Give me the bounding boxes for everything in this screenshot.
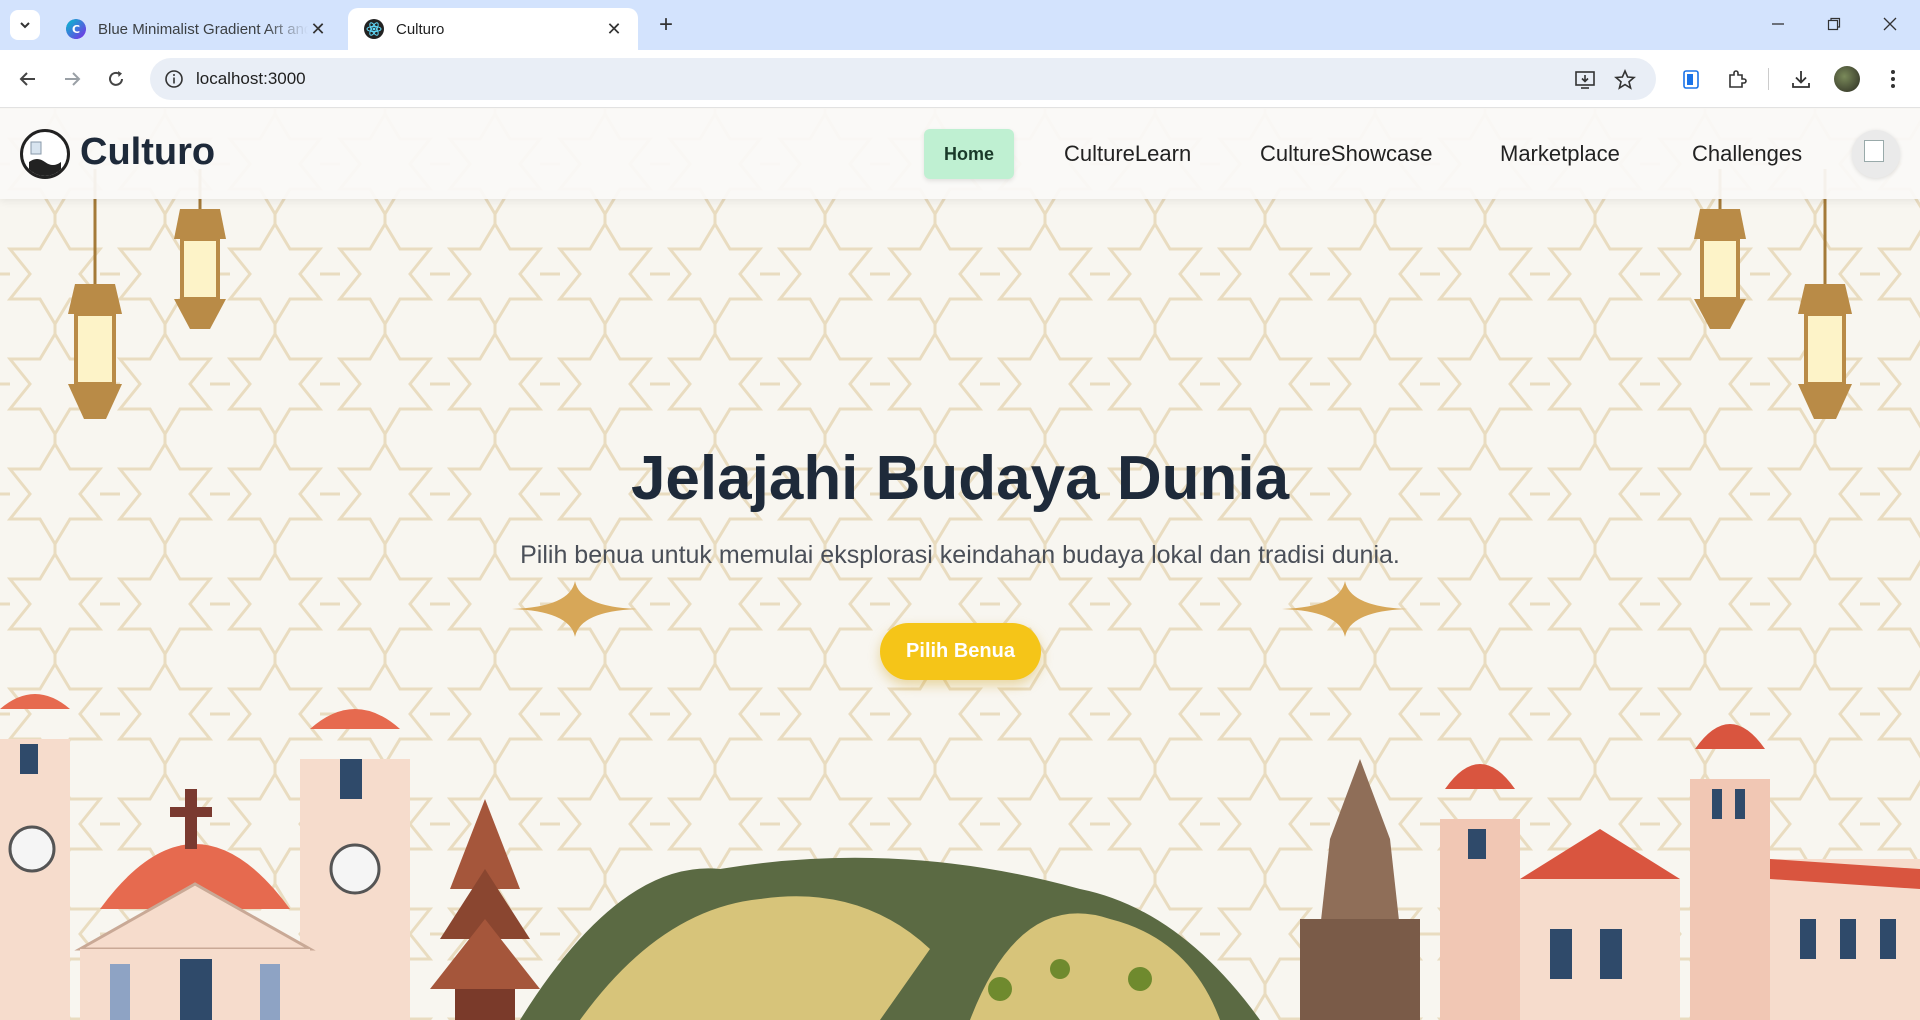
site-navbar: Culturo Home CultureLearn CultureShowcas… — [0, 109, 1920, 199]
profile-avatar[interactable] — [1834, 66, 1860, 92]
more-icon[interactable] — [1880, 66, 1906, 92]
svg-text:C: C — [72, 23, 80, 36]
lanterns-left — [68, 169, 226, 419]
info-icon[interactable] — [164, 69, 184, 89]
extensions-icon[interactable] — [1724, 66, 1750, 92]
broken-image-icon — [1864, 140, 1884, 162]
canva-icon: C — [66, 19, 86, 39]
lantern — [1798, 169, 1852, 419]
nav-challenges[interactable]: Challenges — [1692, 129, 1802, 179]
plus-icon[interactable]: + — [652, 12, 680, 40]
nav-marketplace[interactable]: Marketplace — [1500, 129, 1620, 179]
close-icon[interactable]: ✕ — [308, 19, 328, 39]
restore-icon[interactable] — [1806, 8, 1862, 40]
user-avatar-button[interactable] — [1852, 130, 1900, 178]
download-icon[interactable] — [1788, 66, 1814, 92]
choose-continent-button[interactable]: Pilih Benua — [880, 623, 1041, 680]
lanterns-right — [1694, 169, 1852, 419]
install-icon[interactable] — [1574, 69, 1596, 91]
tab-strip: C Blue Minimalist Gradient Art and ✕ Cul… — [0, 0, 1920, 50]
nav-home[interactable]: Home — [924, 129, 1014, 179]
address-bar[interactable]: localhost:3000 — [150, 58, 1656, 100]
culturo-logo[interactable] — [20, 129, 70, 179]
browser-toolbar: localhost:3000 — [0, 50, 1920, 108]
minimize-icon[interactable] — [1750, 8, 1806, 40]
clipboard-icon[interactable] — [1678, 66, 1704, 92]
sparkle-decoration — [1282, 581, 1408, 637]
close-icon[interactable]: ✕ — [604, 19, 624, 39]
page-viewport: Culturo Home CultureLearn CultureShowcas… — [0, 109, 1920, 1020]
church-illustration — [0, 694, 540, 1020]
hero-title: Jelajahi Budaya Dunia — [630, 444, 1290, 513]
mountain-illustration — [520, 857, 1260, 1020]
hero-subtitle: Pilih benua untuk memulai eksplorasi kei… — [520, 541, 1400, 569]
tab-title: Blue Minimalist Gradient Art and — [98, 20, 308, 38]
brand-name[interactable]: Culturo — [80, 131, 215, 174]
nav-culturelearn[interactable]: CultureLearn — [1064, 129, 1191, 179]
palace-illustration — [1300, 724, 1920, 1020]
tab-title: Culturo — [396, 20, 445, 38]
sparkle-decoration — [512, 581, 638, 637]
chevron-down-icon — [20, 22, 30, 29]
url-text: localhost:3000 — [196, 69, 306, 88]
tab-search-button[interactable] — [10, 10, 40, 40]
toolbar-divider — [1768, 68, 1769, 90]
forward-icon[interactable] — [56, 63, 88, 95]
reload-icon[interactable] — [100, 63, 132, 95]
nav-cultureshowcase[interactable]: CultureShowcase — [1260, 129, 1432, 179]
tab-inactive[interactable]: C Blue Minimalist Gradient Art and ✕ — [50, 8, 342, 50]
window-close-icon[interactable] — [1862, 8, 1918, 40]
star-icon[interactable] — [1614, 69, 1636, 91]
globe-icon — [29, 141, 61, 176]
react-icon — [364, 19, 384, 39]
tab-active[interactable]: Culturo ✕ — [348, 8, 638, 50]
lantern — [68, 169, 122, 419]
back-icon[interactable] — [12, 63, 44, 95]
